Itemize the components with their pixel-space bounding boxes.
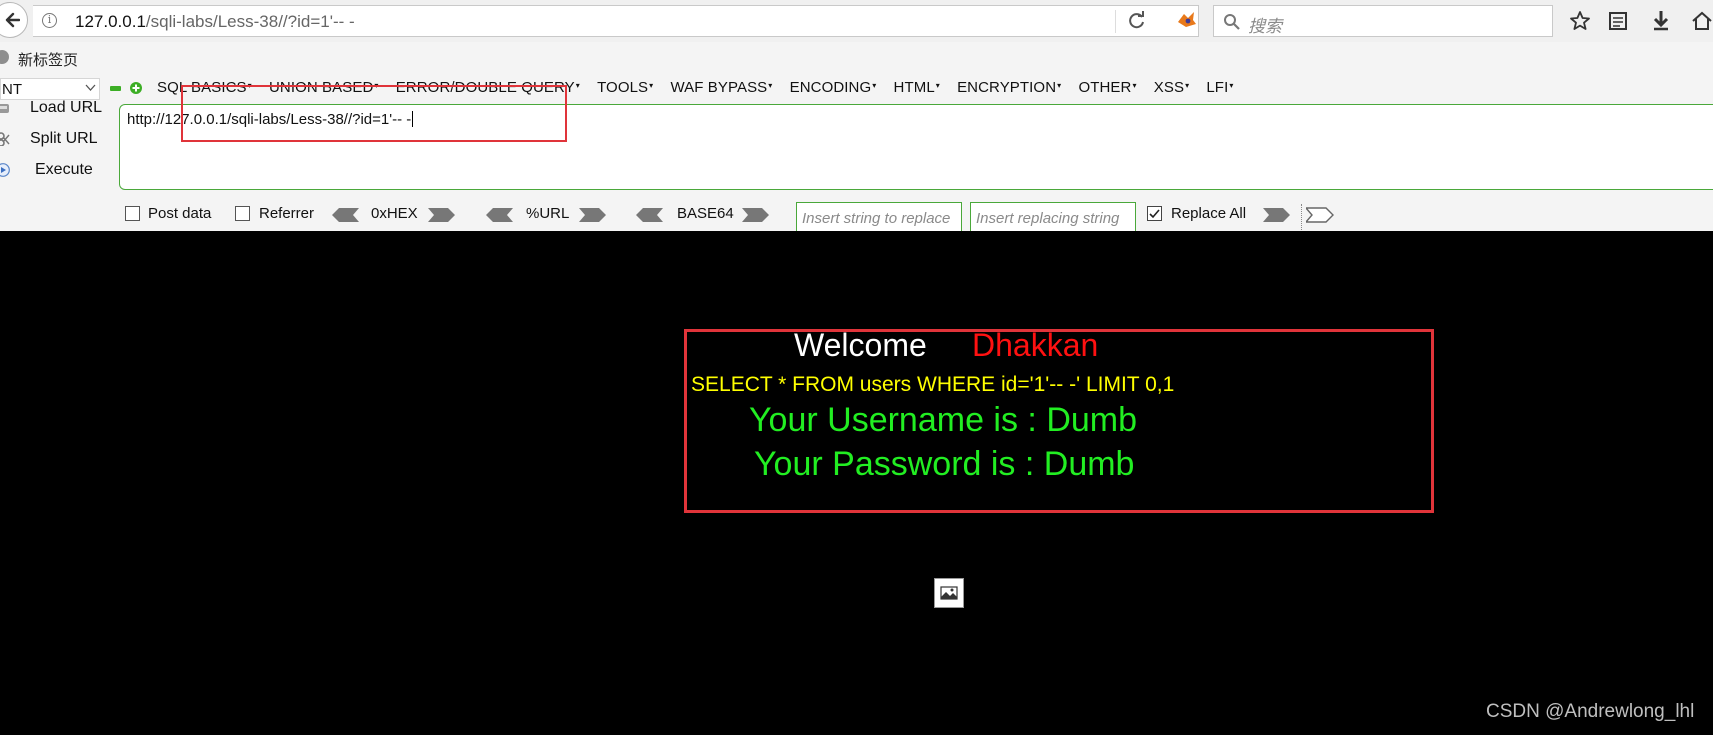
- address-bar[interactable]: i 127.0.0.1/sqli-labs/Less-38//?id=1'-- …: [33, 5, 1199, 37]
- checkmark-icon: [1149, 209, 1160, 219]
- user-name-text: Dhakkan: [972, 327, 1099, 363]
- menu-other[interactable]: OTHER▾: [1078, 79, 1136, 96]
- replacing-string-placeholder: Insert replacing string: [976, 210, 1120, 227]
- bookmark-new-tab[interactable]: 新标签页: [18, 49, 78, 70]
- navigation-toolbar: i 127.0.0.1/sqli-labs/Less-38//?id=1'-- …: [0, 0, 1713, 42]
- menu-label: WAF BYPASS: [670, 79, 768, 96]
- dotted-separator: [1301, 204, 1302, 230]
- post-data-checkbox[interactable]: [125, 206, 140, 221]
- username-result: Your Username is : Dumb: [749, 401, 1138, 439]
- injection-type-select[interactable]: NT: [0, 78, 100, 100]
- replace-string-placeholder: Insert string to replace: [802, 210, 951, 227]
- bookmarks-toolbar: 新标签页: [0, 43, 1713, 72]
- hex-encode-arrow-icon[interactable]: [428, 207, 456, 223]
- back-arrow-icon: [5, 12, 20, 28]
- globe-icon: [0, 50, 9, 64]
- annotation-highlight-url: [181, 85, 567, 142]
- chevron-down-icon: [85, 84, 96, 91]
- url-encode-label: %URL: [526, 205, 570, 222]
- replace-forward-arrow-icon[interactable]: [1263, 207, 1291, 223]
- plus-icon[interactable]: [130, 82, 142, 94]
- menu-label: XSS: [1153, 79, 1185, 96]
- search-placeholder: 搜索: [1248, 17, 1282, 36]
- menu-html[interactable]: HTML▾: [894, 79, 940, 96]
- split-url-icon: [0, 132, 10, 146]
- select-value: NT: [2, 81, 22, 98]
- password-result: Your Password is : Dumb: [754, 445, 1135, 483]
- hex-label: 0xHEX: [371, 205, 418, 222]
- info-icon[interactable]: i: [42, 13, 57, 28]
- split-url-label: Split URL: [30, 130, 98, 147]
- menu-tools[interactable]: TOOLS▾: [597, 79, 653, 96]
- page-content: Welcome Dhakkan SELECT * FROM users WHER…: [0, 231, 1713, 735]
- menu-lfi[interactable]: LFI▾: [1206, 79, 1233, 96]
- minus-icon[interactable]: [110, 86, 121, 91]
- hex-decode-arrow-icon[interactable]: [331, 207, 359, 223]
- dropdown-arrow-icon: ▾: [768, 81, 773, 90]
- base64-label: BASE64: [677, 205, 734, 222]
- url-encode-arrow-icon[interactable]: [579, 207, 607, 223]
- replace-all-checkbox[interactable]: [1147, 206, 1162, 221]
- fox-icon[interactable]: [1176, 10, 1198, 30]
- dropdown-arrow-icon: ▾: [1132, 81, 1137, 90]
- base64-decode-arrow-icon[interactable]: [635, 207, 663, 223]
- welcome-text: Welcome: [794, 327, 927, 363]
- referrer-checkbox[interactable]: [235, 206, 250, 221]
- dropdown-arrow-icon: ▾: [1229, 81, 1234, 90]
- execute-icon: [0, 163, 10, 177]
- menu-encryption[interactable]: ENCRYPTION▾: [957, 79, 1061, 96]
- base64-encode-arrow-icon[interactable]: [742, 207, 770, 223]
- menu-label: HTML: [893, 79, 935, 96]
- browser-chrome: i 127.0.0.1/sqli-labs/Less-38//?id=1'-- …: [0, 0, 1713, 234]
- menu-waf-bypass[interactable]: WAF BYPASS▾: [670, 79, 772, 96]
- execute-label: Execute: [35, 161, 93, 178]
- back-button[interactable]: [0, 2, 28, 38]
- sql-query-text: SELECT * FROM users WHERE id='1'-- -' LI…: [691, 373, 1175, 396]
- hackbar-options-row: Post data Referrer 0xHEX %URL BASE64 Ins…: [0, 198, 1713, 234]
- menu-xss[interactable]: XSS▾: [1154, 79, 1189, 96]
- menu-label: ENCODING: [789, 79, 872, 96]
- reading-list-icon[interactable]: [1608, 10, 1628, 32]
- search-bar[interactable]: 搜索: [1213, 5, 1553, 37]
- menu-label: OTHER: [1078, 79, 1132, 96]
- star-icon[interactable]: [1569, 10, 1591, 32]
- url-path: /sqli-labs/Less-38//?id=1'-- -: [145, 12, 355, 31]
- dropdown-arrow-icon: ▾: [575, 81, 580, 90]
- replacing-string-input[interactable]: Insert replacing string: [970, 202, 1136, 234]
- replace-all-label[interactable]: Replace All: [1171, 205, 1246, 222]
- dropdown-arrow-icon: ▾: [649, 81, 654, 90]
- url-host: 127.0.0.1: [75, 12, 146, 31]
- address-divider: [1115, 10, 1116, 33]
- dropdown-arrow-icon: ▾: [1057, 81, 1062, 90]
- url-decode-arrow-icon[interactable]: [485, 207, 513, 223]
- menu-label: LFI: [1206, 79, 1229, 96]
- watermark: CSDN @Andrewlong_lhl: [1486, 701, 1695, 722]
- replace-string-input[interactable]: Insert string to replace: [796, 202, 962, 234]
- referrer-label[interactable]: Referrer: [259, 205, 314, 222]
- menu-label: ENCRYPTION: [957, 79, 1057, 96]
- broken-image-icon: [934, 578, 964, 608]
- dropdown-arrow-icon: ▾: [872, 81, 877, 90]
- load-url-label: Load URL: [30, 99, 103, 116]
- menu-encoding[interactable]: ENCODING▾: [790, 79, 877, 96]
- dropdown-arrow-icon: ▾: [935, 81, 940, 90]
- home-icon[interactable]: [1691, 10, 1713, 32]
- post-data-label[interactable]: Post data: [148, 205, 211, 222]
- reload-icon[interactable]: [1127, 11, 1147, 31]
- replace-run-arrow-icon[interactable]: [1306, 207, 1334, 223]
- menu-label: TOOLS: [597, 79, 649, 96]
- dropdown-arrow-icon: ▾: [1185, 81, 1190, 90]
- load-url-icon: [0, 104, 9, 113]
- address-text[interactable]: 127.0.0.1/sqli-labs/Less-38//?id=1'-- -: [75, 12, 355, 32]
- download-icon[interactable]: [1652, 10, 1670, 32]
- search-icon: [1224, 14, 1240, 30]
